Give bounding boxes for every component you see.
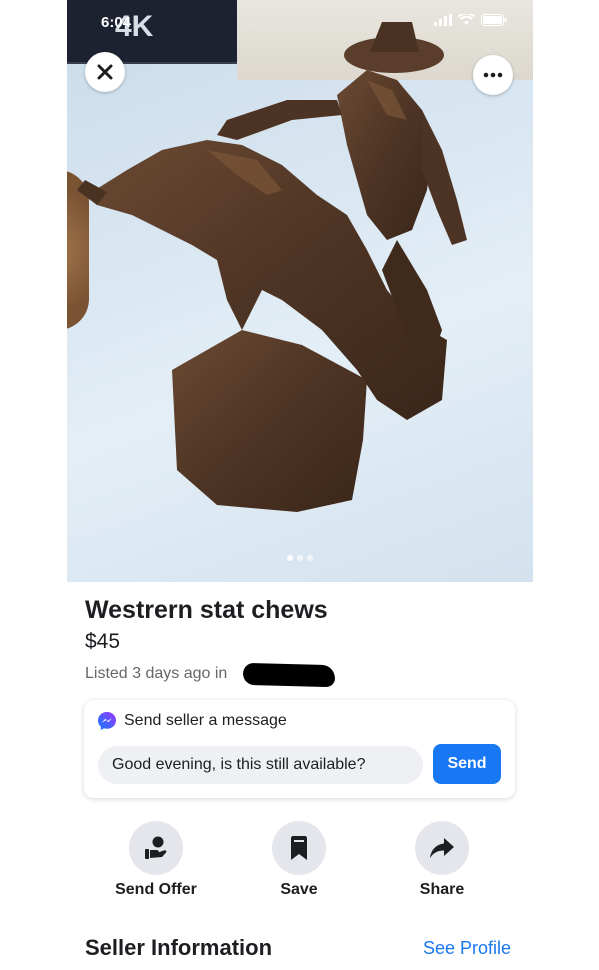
- statue-image: [77, 22, 467, 512]
- share-icon-wrap[interactable]: [415, 821, 469, 875]
- bookmark-icon: [291, 836, 307, 860]
- share-label: Share: [419, 881, 465, 898]
- status-time: 6:04: [101, 14, 132, 31]
- share-action[interactable]: Share: [392, 821, 492, 899]
- message-seller-card: Send seller a message Good evening, is t…: [84, 700, 515, 798]
- messenger-icon: [98, 712, 116, 730]
- more-options-button[interactable]: [473, 55, 513, 95]
- send-offer-label: Send Offer: [115, 881, 197, 898]
- listing-title: Westrern stat chews: [85, 596, 328, 624]
- wifi-icon: [458, 14, 475, 25]
- save-label: Save: [280, 881, 318, 898]
- message-heading-label: Send seller a message: [124, 712, 287, 729]
- pager-dot[interactable]: [297, 555, 303, 561]
- offer-icon: [145, 836, 167, 859]
- save-icon-wrap[interactable]: [272, 821, 326, 875]
- listing-location-text: Listed 3 days ago in: [85, 665, 228, 682]
- marketplace-listing-page: 4K 6:04 Westrern stat chews $45 Listed 3…: [0, 0, 599, 970]
- save-action[interactable]: Save: [249, 821, 349, 899]
- send-button[interactable]: Send: [433, 744, 501, 784]
- message-input[interactable]: Good evening, is this still available?: [98, 746, 423, 784]
- pager-dot[interactable]: [307, 555, 313, 561]
- send-offer-icon-wrap[interactable]: [129, 821, 183, 875]
- close-icon: [97, 64, 113, 80]
- see-profile-link[interactable]: See Profile: [423, 938, 511, 959]
- seller-information-title: Seller Information: [85, 935, 273, 960]
- signal-icon: [434, 14, 452, 26]
- send-offer-action[interactable]: Send Offer: [106, 821, 206, 899]
- battery-icon: [481, 14, 507, 26]
- share-arrow-icon: [430, 838, 454, 858]
- more-options-icon: [483, 72, 503, 78]
- close-button[interactable]: [85, 52, 125, 92]
- listing-photo[interactable]: 4K 6:04: [67, 0, 533, 582]
- listing-price: $45: [85, 630, 121, 653]
- photo-pager[interactable]: [67, 555, 533, 561]
- status-icons: [434, 14, 507, 26]
- redacted-location: [242, 662, 336, 688]
- message-heading: Send seller a message: [97, 711, 287, 731]
- pager-dot-active[interactable]: [287, 555, 293, 561]
